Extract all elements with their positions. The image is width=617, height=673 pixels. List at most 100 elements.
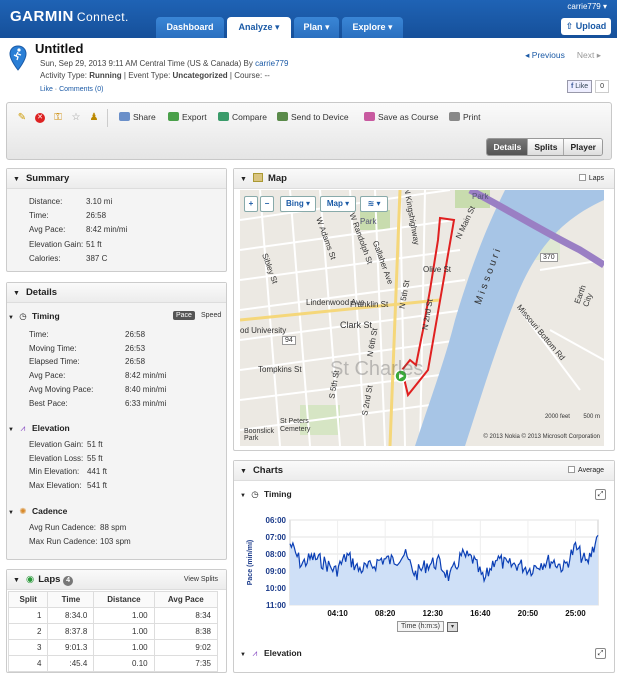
chevron-down-icon[interactable]: ▾: [447, 622, 458, 632]
cadence-icon: ✺: [19, 506, 27, 516]
time-axis-selector[interactable]: Time (h:m:s): [397, 621, 445, 632]
brand-name: GARMIN: [10, 8, 74, 25]
table-cell: 1.00: [93, 607, 155, 624]
charts-title: Charts: [252, 465, 284, 476]
laps-column-header[interactable]: Distance: [93, 591, 155, 608]
timing-label: Best Pace:: [29, 398, 68, 408]
map-watermark: St Charles: [330, 358, 424, 380]
laps-title: Laps: [38, 574, 61, 585]
brand-product: Connect.: [76, 10, 129, 24]
previous-link[interactable]: Previous: [532, 50, 565, 60]
garmin-logo[interactable]: GARMIN Connect.: [10, 8, 129, 25]
expand-icon[interactable]: ⤢: [595, 648, 606, 659]
speed-toggle[interactable]: Speed: [198, 311, 224, 320]
pace-toggle[interactable]: Pace: [173, 311, 195, 320]
timing-chart-header[interactable]: ▼ ◷ Timing: [240, 489, 292, 500]
pace-chart[interactable]: 06:00 07:00 08:00 09:00 10:00 11:00 04:10 08:20…: [240, 505, 604, 633]
export-button[interactable]: Export: [168, 112, 207, 122]
compare-button[interactable]: Compare: [218, 112, 267, 122]
collapse-triangle-icon: ▼: [240, 468, 247, 475]
collapse-triangle-icon: ▼: [13, 577, 20, 584]
zoom-in-button[interactable]: +: [244, 196, 258, 212]
nav-analyze-label: Analyze: [238, 22, 273, 32]
lock-icon[interactable]: ⚿: [53, 113, 63, 123]
elevation-subheader[interactable]: ▼ ⩘ Elevation: [8, 423, 70, 434]
save-as-course-label: Save as Course: [378, 112, 439, 122]
average-checkbox[interactable]: [568, 466, 576, 473]
nav-analyze[interactable]: Analyze ▾: [227, 17, 291, 38]
pace-chart-canvas: 06:00 07:00 08:00 09:00 10:00 11:00 04:10 08:20…: [247, 516, 599, 618]
y-tick-label: 08:00: [266, 550, 287, 559]
chevron-down-icon: ▾: [345, 199, 350, 208]
tab-details[interactable]: Details: [487, 139, 528, 155]
details-header[interactable]: ▼ Details: [7, 283, 226, 303]
chevron-down-icon: ▾: [275, 22, 280, 32]
laps-column-header[interactable]: Avg Pace: [153, 591, 219, 608]
people-icon[interactable]: ♟: [89, 113, 99, 123]
upload-button[interactable]: ⇧ Upload: [561, 18, 611, 35]
map-type-dropdown[interactable]: Map ▾: [320, 196, 356, 212]
activity-title[interactable]: Untitled: [35, 41, 83, 56]
delete-icon[interactable]: ✕: [35, 113, 45, 123]
laps-column-header[interactable]: Time: [47, 591, 95, 608]
user-menu[interactable]: carrie779 ▾: [567, 2, 607, 11]
pager: ◂ Previous Next ▸: [525, 50, 601, 61]
cadence-subheader[interactable]: ▼ ✺ Cadence: [8, 506, 67, 517]
summary-header[interactable]: ▼ Summary: [7, 169, 226, 189]
elevation-chart-header[interactable]: ▼ ⩘ Elevation: [240, 648, 302, 659]
map-title: Map: [267, 173, 287, 184]
tab-player[interactable]: Player: [563, 139, 602, 155]
map-header[interactable]: ▼ Map Laps: [234, 169, 614, 189]
like-link[interactable]: Like: [40, 86, 53, 93]
facebook-like-button[interactable]: f Like: [566, 80, 593, 93]
tab-splits[interactable]: Splits: [527, 139, 564, 155]
comments-link[interactable]: Comments (0): [59, 86, 103, 93]
bing-provider-dropdown[interactable]: Bing ▾: [280, 196, 316, 212]
star-icon[interactable]: ☆: [71, 113, 81, 123]
course-value[interactable]: --: [264, 71, 269, 80]
summary-label: Avg Pace:: [29, 225, 66, 235]
event-type-label: Event Type:: [128, 71, 171, 80]
laps-checkbox[interactable]: [578, 174, 586, 181]
table-row[interactable]: 1 8:34.0 1.00 8:34: [7, 607, 219, 624]
pencil-icon[interactable]: ✎: [17, 113, 27, 123]
expand-icon[interactable]: ⤢: [595, 489, 606, 500]
nav-dashboard[interactable]: Dashboard: [156, 17, 224, 38]
details-title: Details: [25, 287, 58, 298]
map-icon: [252, 173, 263, 182]
laps-column-header[interactable]: Split: [7, 591, 49, 608]
share-icon: [119, 112, 130, 121]
y-tick-label: 06:00: [266, 516, 287, 525]
clock-icon: ◷: [19, 311, 27, 321]
table-row[interactable]: 3 9:01.3 1.00 9:02: [7, 639, 219, 656]
timing-chart-title: Timing: [263, 489, 292, 499]
table-row[interactable]: 2 8:37.8 1.00 8:38: [7, 623, 219, 640]
nav-explore[interactable]: Explore ▾: [342, 17, 403, 38]
timing-subheader[interactable]: ▼ ◷ Timing: [8, 311, 60, 322]
highway-shield: 94: [282, 336, 296, 345]
print-button[interactable]: Print: [449, 112, 480, 122]
share-button[interactable]: Share: [119, 112, 156, 122]
activity-type-value[interactable]: Running: [89, 71, 121, 80]
view-splits-link[interactable]: View Splits: [184, 570, 218, 590]
nav-dashboard-label: Dashboard: [166, 22, 214, 32]
export-icon: [168, 112, 179, 121]
print-label: Print: [463, 112, 481, 122]
event-type-value[interactable]: Uncategorized: [173, 71, 228, 80]
charts-header[interactable]: ▼ Charts Average: [234, 461, 614, 481]
route-map[interactable]: Park Park Olive St N Main St Missouri 37…: [240, 190, 604, 446]
zoom-out-button[interactable]: −: [260, 196, 274, 212]
next-link: Next: [576, 50, 595, 60]
send-to-device-button[interactable]: Send to Device: [277, 112, 349, 122]
table-row[interactable]: 4:45.4 0.10 7:35: [7, 655, 219, 672]
save-as-course-button[interactable]: Save as Course: [364, 112, 438, 122]
nav-plan[interactable]: Plan ▾: [294, 17, 339, 38]
author-link[interactable]: carrie779: [255, 59, 288, 68]
timing-label: Avg Moving Pace:: [29, 384, 94, 394]
table-cell: 8:38: [153, 623, 219, 640]
map-label: Cemetery: [280, 426, 311, 433]
map-label: Tompkins St: [258, 365, 302, 374]
layers-button[interactable]: ≋ ▾: [360, 196, 388, 212]
laps-header[interactable]: ▼ ◉ Laps 4 View Splits: [7, 570, 226, 590]
elevation-value: 441 ft: [87, 467, 108, 476]
